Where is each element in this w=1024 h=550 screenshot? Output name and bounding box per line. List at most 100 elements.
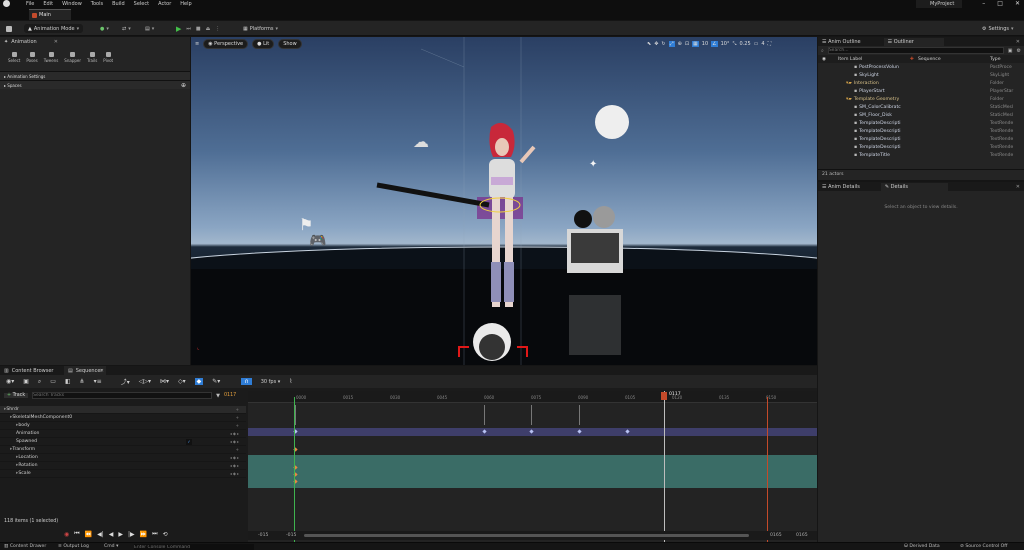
track-add-icon[interactable]: + [236,407,240,412]
rotation-snap-value[interactable]: 10° [721,41,730,47]
anim-tool-button[interactable]: Trails [87,52,97,63]
console-input[interactable] [134,544,254,550]
minimize-icon[interactable]: – [982,0,985,7]
maximize-viewport-icon[interactable]: ⛶ [768,41,772,47]
prev-key-icon[interactable]: ⏪ [85,531,92,538]
playhead-handle[interactable] [661,392,667,400]
tab-anim-details[interactable]: ☰ Anim Details [822,184,860,190]
prev-frame-icon[interactable]: ◀| [97,531,104,538]
close-icon[interactable]: ✕ [100,368,104,374]
menu-item[interactable]: Select [134,1,149,7]
column-item-label[interactable]: Item Label [838,57,862,62]
track-add-icon[interactable]: ◂◆▸ [230,463,240,468]
menu-item[interactable]: Help [180,1,191,7]
render-icon[interactable]: ◧ [65,378,71,385]
outliner-row[interactable]: ▪ TemplateDescripti TextRende [818,143,1024,151]
track-row[interactable]: ▸ Shrdr + [0,406,246,414]
grid-size-value[interactable]: 10 [702,41,708,47]
playhead-line[interactable] [664,391,665,542]
output-log-button[interactable]: ≡ Output Log [58,544,89,549]
next-key-icon[interactable]: ⏩ [140,531,147,538]
menu-item[interactable]: Window [62,1,82,7]
auto-key-icon[interactable]: ◆ [194,378,204,385]
play-options-icon[interactable]: ⋮ [215,26,220,32]
track-row[interactable]: ▸ Location ◂◆▸ [0,454,246,462]
filter-icon[interactable]: ▼ [216,393,220,399]
timeline-area[interactable]: 0000 0015 0030 0045 0060 0075 0090 0105 0120 0135… [248,391,817,542]
fps-dropdown[interactable]: 30 fps ▾ [261,379,281,385]
maximize-icon[interactable]: □ [997,0,1003,7]
rotation-snap-icon[interactable]: ∠ [711,41,718,47]
add-space-icon[interactable]: ⊕ [181,82,186,89]
camera-speed-icon[interactable]: ▭ [754,41,759,47]
anim-tool-button[interactable]: Pivot [103,52,113,63]
outliner-row[interactable]: ▾▰ Template Geometry Folder [818,95,1024,103]
gear-icon[interactable]: ⚙ [1017,48,1021,54]
track-add-icon[interactable]: ◂◆▸ [230,455,240,460]
tab-content-browser[interactable]: ▥ Content Browser [0,366,53,375]
menu-item[interactable]: Edit [43,1,53,7]
cinematics-button[interactable]: ▤ ▾ [145,24,154,33]
anim-tool-button[interactable]: Snapper [64,52,81,63]
outliner-row[interactable]: ▪ TemplateTitle TextRende [818,151,1024,159]
gamepad-icon[interactable]: 🎮 [309,233,326,249]
find-icon[interactable]: ⌕ [38,378,41,386]
track-add-icon[interactable]: + [236,423,240,428]
rotate-icon[interactable]: ↻ [661,41,665,47]
menu-item[interactable]: Tools [91,1,103,7]
filter-icon[interactable]: ▾≡ [94,378,102,385]
reverse-icon[interactable]: ◀ [109,531,114,538]
playback-icon[interactable]: ⋈▾ [160,378,169,385]
eject-icon[interactable]: ⏏ [206,26,211,32]
range-scrollbar[interactable] [304,534,749,537]
save-button[interactable] [6,24,12,33]
track-row[interactable]: ▸ SkeletalMeshComponent0 + [0,414,246,422]
key-icon[interactable]: ◇▾ [178,378,186,385]
anim-tool-button[interactable]: Poses [26,52,38,63]
animation-tab[interactable]: ✦ Animation ✕ [0,37,62,46]
menu-item[interactable]: Actor [158,1,171,7]
column-type[interactable]: Type [990,57,1001,62]
surface-snap-icon[interactable]: ⊡ [685,41,689,47]
derived-data-button[interactable]: ⛁ Derived Data [904,544,940,549]
start-marker[interactable] [294,397,295,542]
tab-anim-outline[interactable]: ☰ Anim Outline [822,39,861,45]
snap-icon[interactable]: ∩ [241,378,252,385]
tab-outliner[interactable]: ☰ Outliner [883,37,944,46]
unreal-logo-icon[interactable] [3,0,10,7]
track-add-icon[interactable]: ◂◆▸ [230,439,240,444]
visibility-column-icon[interactable]: ◉ [822,57,826,62]
track-add-icon[interactable]: + [236,415,240,420]
flag-icon[interactable]: ⚑ [299,215,313,234]
add-track-button[interactable]: + Track [4,393,29,398]
outliner-row[interactable]: ▪ SM_ColorCalibratc StaticMesl [818,103,1024,111]
loop-icon[interactable]: ⟲ [163,531,168,538]
tab-sequencer[interactable]: ▤ Sequencer ✕ [64,366,106,375]
spaces-section[interactable]: ▸ Spaces ⊕ [0,80,190,89]
source-control-button[interactable]: ⊘ Source Control Off [960,544,1007,549]
grid-snap-icon[interactable]: ▦ [692,41,699,47]
record-icon[interactable]: ◉ [64,531,69,538]
track-add-icon[interactable]: ◂◆▸ [230,471,240,476]
outliner-row[interactable]: ▪ TemplateDescripti TextRende [818,119,1024,127]
view-range-bar[interactable]: -015 -015 0165 0165 [248,531,817,540]
anim-tool-button[interactable]: Select [8,52,20,63]
track-row[interactable]: ▸ Rotation ◂◆▸ [0,462,246,470]
close-icon[interactable]: ✕ [1015,0,1020,7]
perspective-button[interactable]: ◉ Perspective [203,39,249,49]
stop-icon[interactable]: ■ [196,26,201,32]
outliner-row[interactable]: ▪ SkyLight SkyLight [818,71,1024,79]
transform-track-band[interactable] [248,455,817,488]
end-marker[interactable] [767,397,768,542]
track-row[interactable]: Spawned ✓ ◂◆▸ [0,438,246,446]
sun-icon[interactable] [595,105,629,139]
outliner-row[interactable]: ▾▰ Interaction Folder [818,79,1024,87]
track-row[interactable]: ▸ Scale ◂◆▸ [0,470,246,478]
play-icon[interactable]: ▶ [118,531,123,538]
translate-icon[interactable]: ✥ [654,41,658,47]
add-actor-button[interactable]: ● ▾ [100,24,109,33]
jump-end-icon[interactable]: ⏭ [152,530,157,538]
world-icon[interactable]: ⊕ [678,41,682,47]
view-icon[interactable]: ◁▷▾ [139,378,151,385]
mode-dropdown[interactable]: ▲ Animation Mode ▾ [24,24,84,33]
